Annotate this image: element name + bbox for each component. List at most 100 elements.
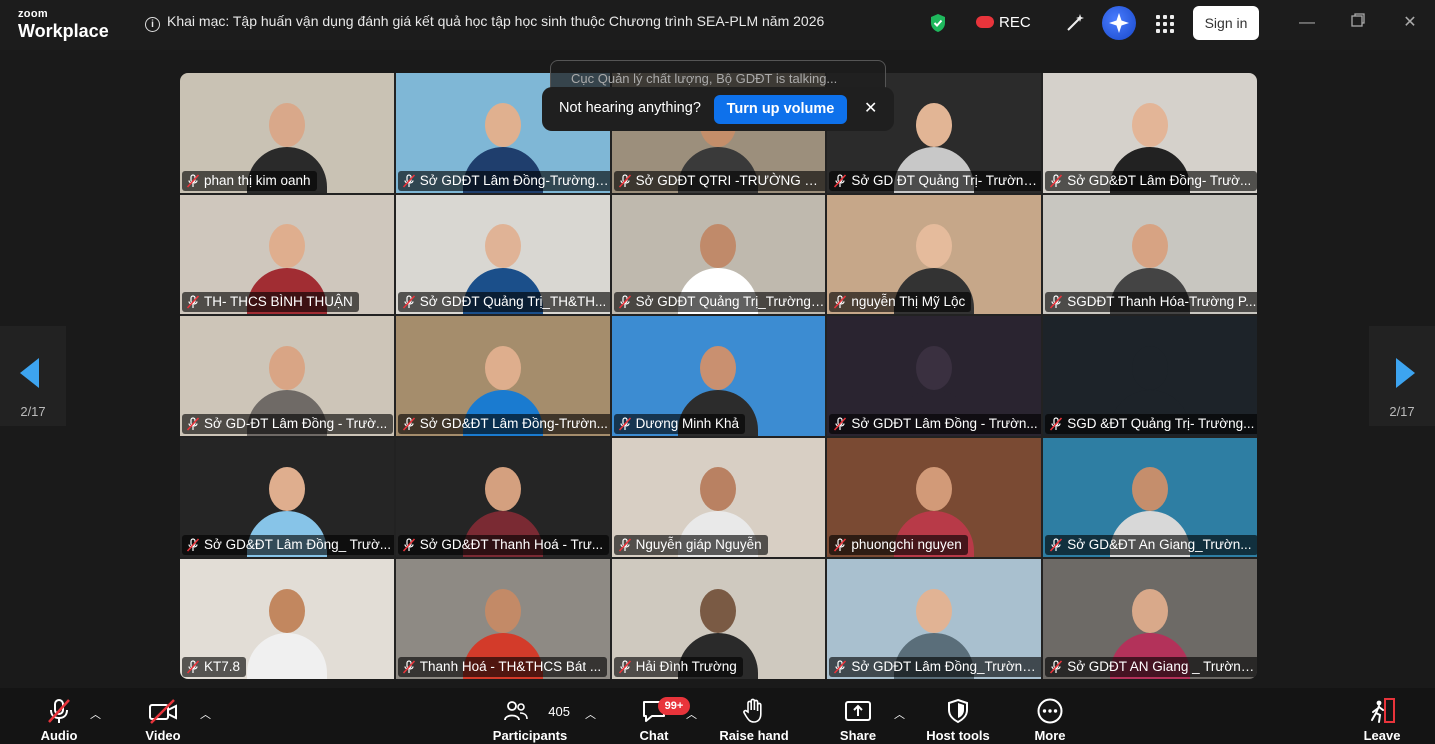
mic-muted-icon	[1050, 295, 1063, 309]
audio-options-chevron-icon[interactable]: ︿	[90, 706, 101, 721]
previous-page-button[interactable]: 2/17	[0, 326, 66, 426]
participant-name: Sở GD&ĐT Thanh Hoá - Trư...	[419, 537, 603, 553]
video-options-chevron-icon[interactable]: ︿	[200, 706, 211, 721]
mic-muted-icon	[402, 417, 415, 431]
close-window-icon[interactable]: ✕	[1400, 13, 1420, 33]
mic-muted-icon	[834, 417, 847, 431]
participant-nameplate: Sở GDĐT Lâm Đồng-Trường ...	[397, 170, 610, 191]
mic-muted-icon	[402, 538, 415, 552]
audio-button[interactable]: Audio	[38, 698, 80, 743]
more-button[interactable]: More	[1032, 698, 1068, 743]
participant-nameplate: Sở GD ĐT Quảng Trị- Trường...	[829, 170, 1042, 191]
participant-tile[interactable]: nguyễn Thị Mỹ Lộc	[827, 194, 1042, 315]
participant-tile[interactable]: Nguyễn giáp Nguyễn	[611, 437, 826, 558]
participant-name: Sở GDĐT Lâm Đồng-Trường ...	[419, 172, 610, 188]
participant-video	[246, 588, 327, 679]
next-page-button[interactable]: 2/17	[1369, 326, 1435, 426]
participant-tile[interactable]: Sở GDĐT Lâm Đồng - Trườn...	[827, 316, 1042, 436]
participant-tile[interactable]: SGDĐT Thanh Hóa-Trường P...	[1043, 194, 1257, 315]
ai-companion-button[interactable]	[1102, 6, 1136, 40]
participant-tile[interactable]: Sở GDĐT AN Giang _ Trường...	[1043, 559, 1257, 679]
share-options-chevron-icon[interactable]: ︿	[894, 706, 905, 721]
record-cloud-icon	[976, 16, 994, 28]
page-indicator-right: 2/17	[1389, 404, 1415, 419]
arrow-left-icon	[20, 358, 39, 388]
share-button[interactable]: Share	[838, 698, 878, 743]
participant-tile[interactable]: TH- THCS BÌNH THUẬN	[180, 194, 394, 315]
video-button[interactable]: Video	[140, 698, 186, 743]
host-tools-button[interactable]: Host tools	[924, 698, 992, 743]
raise-hand-label: Raise hand	[719, 728, 789, 743]
meeting-title[interactable]: i Khai mạc: Tập huấn vận dụng đánh giá kế…	[145, 13, 824, 32]
video-stage: 2/17 2/17 phan thị kim oanh Sở GDĐT Lâm Đ…	[0, 50, 1435, 688]
participant-tile[interactable]: Sở GD&ĐT Lâm Đồng-Trườn...	[395, 316, 610, 436]
minimize-icon[interactable]: —	[1297, 13, 1317, 33]
magic-wand-icon[interactable]	[1064, 12, 1086, 34]
participants-options-chevron-icon[interactable]: ︿	[585, 706, 596, 721]
leave-button[interactable]: Leave	[1362, 698, 1402, 743]
sign-in-button[interactable]: Sign in	[1193, 6, 1259, 40]
participant-tile[interactable]: phan thị kim oanh	[180, 73, 394, 193]
title-bar: zoom Workplace i Khai mạc: Tập huấn vận d…	[0, 0, 1435, 50]
participant-name: SGDĐT Thanh Hóa-Trường P...	[1067, 294, 1257, 310]
page-indicator-left: 2/17	[20, 404, 46, 419]
restore-window-icon[interactable]	[1348, 13, 1368, 33]
participant-nameplate: Sở GD&ĐT Lâm Đồng-Trườn...	[397, 413, 610, 434]
mic-muted-icon	[618, 660, 631, 674]
mic-muted-icon	[1050, 417, 1063, 431]
mic-muted-icon	[1050, 660, 1063, 674]
video-label: Video	[145, 728, 181, 743]
encryption-shield-icon[interactable]	[929, 13, 947, 33]
participant-name: Sở GDĐT Lâm Đồng - Trườn...	[851, 415, 1038, 431]
mic-muted-icon	[402, 295, 415, 309]
participant-nameplate: Nguyễn giáp Nguyễn	[613, 535, 768, 556]
turn-up-volume-button[interactable]: Turn up volume	[714, 95, 847, 124]
participant-tile[interactable]: Sở GDĐT Lâm Đồng_Trường ...	[827, 559, 1042, 679]
participants-icon	[504, 701, 528, 721]
participant-tile[interactable]: Sở GD&ĐT Lâm Đồng- Trườ...	[1043, 73, 1257, 193]
mic-muted-icon	[618, 173, 631, 188]
participant-tile[interactable]: Sở GDĐT Quảng Trị_TH&TH...	[395, 194, 610, 315]
apps-grid-icon[interactable]	[1156, 15, 1174, 33]
participant-tile[interactable]: phuongchi nguyen	[827, 437, 1042, 558]
mic-muted-icon	[186, 417, 200, 431]
participant-tile[interactable]: Thanh Hoá - TH&THCS Bát ...	[395, 559, 610, 679]
participant-nameplate: Dương Minh Khả	[613, 413, 746, 434]
participant-tile[interactable]: Sở GD&ĐT Thanh Hoá - Trư...	[395, 437, 610, 558]
participant-tile[interactable]: KT7.8	[180, 559, 394, 679]
participant-tile[interactable]: SGD &ĐT Quảng Trị- Trường...	[1043, 316, 1257, 436]
mic-muted-icon	[1050, 173, 1063, 188]
audio-label: Audio	[40, 728, 78, 743]
toast-close-icon[interactable]: ✕	[864, 98, 877, 118]
participant-tile[interactable]: Sở GD-ĐT Lâm Đồng - Trườ...	[180, 316, 394, 436]
participant-tile[interactable]: Sở GDĐT Quảng Trị_Trường ...	[611, 194, 826, 315]
mic-muted-icon	[618, 417, 631, 431]
participant-name: Sở GDĐT AN Giang _ Trường...	[1067, 658, 1257, 674]
mic-muted-icon	[834, 173, 847, 188]
mic-muted-icon	[834, 538, 847, 552]
participant-nameplate: Sở GDĐT Quảng Trị_TH&TH...	[397, 292, 610, 313]
logo-brand-bottom: Workplace	[18, 21, 109, 41]
participant-name: Sở GDĐT Quảng Trị_Trường ...	[635, 294, 826, 310]
participants-label: Participants	[492, 728, 568, 743]
participant-nameplate: KT7.8	[182, 656, 247, 677]
share-label: Share	[839, 728, 877, 743]
participant-tile[interactable]: Sở GD&ĐT An Giang_Trườn...	[1043, 437, 1257, 558]
participant-tile[interactable]: Hải Đình Trường	[611, 559, 826, 679]
mic-muted-icon	[402, 660, 415, 674]
participant-name: Sở GD&ĐT Lâm Đồng- Trườ...	[1067, 172, 1252, 188]
info-icon[interactable]: i	[145, 17, 160, 32]
audio-toast: Not hearing anything? Turn up volume ✕	[542, 87, 894, 131]
host-shield-icon	[948, 698, 968, 724]
meeting-title-text: Khai mạc: Tập huấn vận dụng đánh giá kết…	[167, 13, 825, 29]
raise-hand-icon	[743, 698, 762, 723]
logo-brand-top: zoom	[18, 8, 48, 20]
app-logo: zoom Workplace	[18, 8, 109, 41]
participant-tile[interactable]: Sở GD&ĐT Lâm Đồng_ Trườ...	[180, 437, 394, 558]
raise-hand-button[interactable]: Raise hand	[718, 698, 790, 743]
mic-muted-icon	[48, 699, 70, 723]
mic-muted-icon	[1050, 538, 1063, 552]
participants-button[interactable]: 405 Participants	[490, 698, 570, 743]
participant-tile[interactable]: Dương Minh Khả	[611, 316, 826, 436]
recording-indicator[interactable]: REC	[976, 14, 1031, 31]
